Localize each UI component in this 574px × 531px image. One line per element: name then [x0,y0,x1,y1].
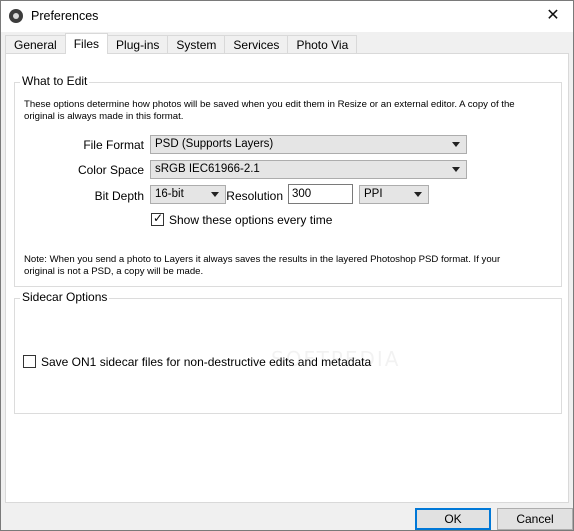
color-space-label: Color Space [77,163,144,177]
color-space-value: sRGB IEC61966-2.1 [155,163,260,175]
file-format-label: File Format [83,138,144,152]
show-options-checkbox[interactable] [151,211,164,226]
what-to-edit-description-line2: original is always made in this format. [24,111,184,122]
resolution-unit-value: PPI [364,188,383,200]
what-to-edit-group: What to Edit These options determine how… [14,74,562,287]
watermark: SOFTPEDIA [271,347,401,371]
note-line1: Note: When you send a photo to Layers it… [24,254,501,265]
window-title: Preferences [31,9,99,23]
ok-button[interactable]: OK [415,508,491,530]
chevron-down-icon [414,192,422,197]
note-line2: original is not a PSD, a copy will be ma… [24,266,204,277]
bit-depth-label: Bit Depth [94,189,144,203]
tab-general[interactable]: General [5,35,66,54]
cancel-button[interactable]: Cancel [497,508,573,530]
resolution-unit-select[interactable]: PPI [359,185,429,204]
show-options-label[interactable]: Show these options every time [169,213,332,227]
app-icon [9,9,23,23]
tab-services[interactable]: Services [224,35,289,54]
sidecar-options-title: Sidecar Options [20,290,110,304]
chevron-down-icon [452,142,460,147]
save-sidecar-checkbox[interactable] [23,355,36,368]
close-icon[interactable]: ✕ [539,4,567,28]
file-format-value: PSD (Supports Layers) [155,138,274,150]
tab-system[interactable]: System [167,35,226,54]
tab-photo-via[interactable]: Photo Via [287,35,358,54]
what-to-edit-title: What to Edit [20,74,90,88]
bit-depth-select[interactable]: 16-bit [150,185,226,204]
tab-bar: General Files Plug-ins System Services P… [5,33,358,54]
title-bar: Preferences ✕ [1,1,573,32]
file-format-select[interactable]: PSD (Supports Layers) [150,135,467,154]
files-panel: What to Edit These options determine how… [5,53,569,503]
chevron-down-icon [211,192,219,197]
resolution-input[interactable]: 300 [288,184,353,204]
preferences-window: Preferences ✕ General Files Plug-ins Sys… [0,0,574,531]
color-space-select[interactable]: sRGB IEC61966-2.1 [150,160,467,179]
tab-files[interactable]: Files [64,33,109,54]
chevron-down-icon [452,167,460,172]
what-to-edit-description-line1: These options determine how photos will … [24,99,515,110]
tab-plug-ins[interactable]: Plug-ins [107,35,169,54]
resolution-label: Resolution [226,189,283,203]
bit-depth-value: 16-bit [155,188,184,200]
